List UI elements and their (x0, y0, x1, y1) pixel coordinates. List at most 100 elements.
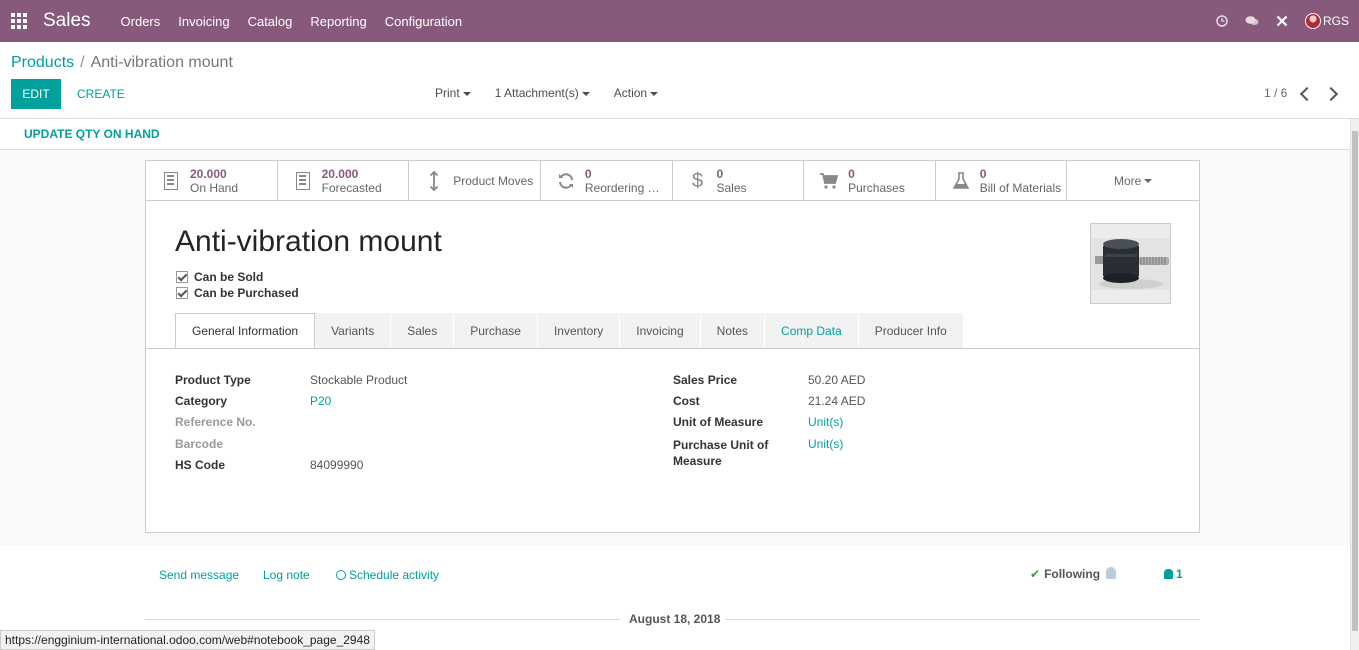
purchase-uom-value[interactable]: Unit(s) (808, 437, 843, 451)
edit-button[interactable]: EDIT (11, 79, 61, 109)
smart-button-product-moves[interactable]: Product Moves (409, 161, 541, 201)
print-dropdown[interactable]: Print (435, 86, 471, 100)
uom-value[interactable]: Unit(s) (808, 415, 843, 429)
tab-inventory[interactable]: Inventory (537, 313, 621, 348)
barcode-label: Barcode (175, 437, 224, 451)
breadcrumb: Products / Anti-vibration mount (11, 54, 233, 72)
menu-configuration[interactable]: Configuration (385, 14, 462, 29)
tab-sales[interactable]: Sales (391, 313, 455, 348)
tab-invoicing[interactable]: Invoicing (620, 313, 701, 348)
menu-invoicing[interactable]: Invoicing (178, 14, 229, 29)
form-sheet: 20.000 On Hand 20.000 Forecasted Product M… (145, 160, 1200, 533)
reordering-label: Reordering R... (584, 181, 665, 195)
menu-catalog[interactable]: Catalog (248, 14, 293, 29)
smart-button-bill-of-materials[interactable]: 0 Bill of Materials (936, 161, 1068, 201)
sales-value: 0 (716, 167, 724, 181)
cart-icon (818, 170, 840, 192)
smart-button-reordering-rules[interactable]: 0 Reordering R... (541, 161, 673, 201)
category-value[interactable]: P20 (310, 394, 331, 408)
user-avatar[interactable] (1304, 13, 1321, 29)
tab-variants[interactable]: Variants (315, 313, 392, 348)
cost-label: Cost (673, 394, 700, 408)
schedule-activity-button[interactable]: Schedule activity (336, 568, 439, 582)
can-be-sold-checkbox[interactable] (176, 271, 188, 283)
following-button[interactable]: ✔ Following (1030, 567, 1100, 581)
can-be-purchased-checkbox[interactable] (176, 287, 188, 299)
can-be-purchased-label: Can be Purchased (194, 286, 299, 300)
forecasted-value: 20.000 (321, 167, 359, 181)
send-message-button[interactable]: Send message (159, 568, 239, 582)
category-label: Category (175, 394, 228, 408)
followers-count: 1 (1176, 567, 1183, 581)
date-separator-line-right (725, 619, 1200, 620)
top-navbar: Sales Orders Invoicing Catalog Reporting… (0, 0, 1359, 42)
action-label: Action (613, 86, 648, 100)
menu-orders[interactable]: Orders (121, 14, 161, 29)
tab-producer-info[interactable]: Producer Info (858, 313, 964, 348)
status-url-tooltip: https://engginium-international.odoo.com… (0, 630, 375, 650)
chat-bubbles-icon[interactable] (1245, 14, 1259, 28)
chevron-left-icon[interactable] (1298, 85, 1312, 103)
tab-purchase[interactable]: Purchase (454, 313, 538, 348)
uom-label: Unit of Measure (673, 415, 764, 429)
up-down-arrow-icon (423, 170, 445, 192)
reordering-value: 0 (584, 167, 592, 181)
attachments-label: 1 Attachment(s) (494, 86, 579, 100)
bell-icon[interactable] (1106, 567, 1116, 579)
vertical-scrollbar[interactable] (1350, 119, 1359, 650)
product-name[interactable]: Anti-vibration mount (175, 225, 442, 259)
smart-button-sales[interactable]: $ 0 Sales (673, 161, 805, 201)
smart-button-purchases[interactable]: 0 Purchases (804, 161, 936, 201)
smart-button-on-hand[interactable]: 20.000 On Hand (146, 161, 278, 201)
sales-label: Sales (716, 181, 747, 195)
forecasted-label: Forecasted (321, 181, 382, 195)
scrollbar-thumb[interactable] (1352, 131, 1358, 631)
pager-value[interactable]: 1 / 6 (1264, 86, 1287, 100)
notebook-tabs: General Information Variants Sales Purch… (175, 313, 964, 349)
followers-button[interactable]: 1 (1164, 567, 1183, 581)
tab-general-information[interactable]: General Information (175, 313, 316, 349)
apps-grid-icon[interactable] (11, 12, 29, 30)
schedule-activity-label: Schedule activity (349, 568, 440, 582)
can-be-sold-label: Can be Sold (194, 270, 264, 284)
breadcrumb-products[interactable]: Products (11, 54, 74, 72)
bom-value: 0 (979, 167, 987, 181)
caret-down-icon (650, 91, 659, 96)
more-label: More (1113, 174, 1142, 188)
product-moves-label: Product Moves (453, 174, 534, 188)
date-separator-line-left (145, 619, 620, 620)
product-image[interactable] (1090, 223, 1171, 304)
sidebar-actions: Print 1 Attachment(s) Action (435, 86, 659, 100)
clock-icon (336, 570, 346, 580)
caret-down-icon (1144, 179, 1153, 183)
form-statusbar: UPDATE QTY ON HAND (0, 119, 1350, 150)
purchases-label: Purchases (848, 181, 905, 195)
close-x-icon[interactable] (1275, 14, 1289, 28)
on-hand-label: On Hand (190, 181, 239, 195)
building-icon (292, 170, 314, 192)
caret-down-icon (581, 91, 590, 96)
flask-icon (950, 170, 972, 192)
on-hand-value: 20.000 (190, 167, 227, 181)
hs-code-label: HS Code (175, 458, 226, 472)
update-qty-button[interactable]: UPDATE QTY ON HAND (24, 127, 160, 141)
app-brand[interactable]: Sales (43, 10, 91, 32)
tab-comp-data[interactable]: Comp Data (765, 313, 859, 348)
attachments-dropdown[interactable]: 1 Attachment(s) (495, 86, 590, 100)
sales-price-value: 50.20 AED (808, 373, 866, 387)
menu-reporting[interactable]: Reporting (310, 14, 366, 29)
product-type-value: Stockable Product (310, 373, 408, 387)
smart-button-forecasted[interactable]: 20.000 Forecasted (278, 161, 410, 201)
following-label: Following (1044, 567, 1101, 581)
log-note-button[interactable]: Log note (263, 568, 310, 582)
create-button[interactable]: CREATE (70, 79, 132, 109)
chevron-right-icon[interactable] (1326, 85, 1340, 103)
hs-code-value: 84099990 (310, 458, 364, 472)
action-dropdown[interactable]: Action (613, 86, 659, 100)
smart-button-more[interactable]: More (1067, 161, 1199, 201)
user-name[interactable]: RGS (1323, 14, 1349, 28)
tab-notes[interactable]: Notes (700, 313, 766, 348)
caret-down-icon (462, 91, 471, 96)
clock-icon[interactable] (1215, 14, 1229, 28)
sales-price-label: Sales Price (673, 373, 738, 387)
